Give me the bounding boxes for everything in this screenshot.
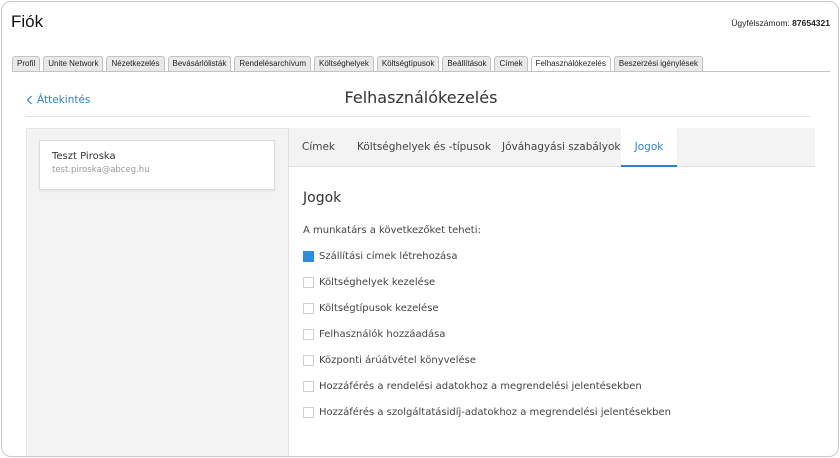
permission-label: Szállítási címek létrehozása [319, 251, 458, 262]
subtab-jovahagyasi-szabalyok[interactable]: Jóváhagyási szabályok [502, 128, 620, 167]
permission-manage-cost-centers[interactable]: Költséghelyek kezelése [303, 277, 435, 288]
customer-number-label: Ügyfélszámom: [731, 18, 790, 28]
checkbox[interactable] [303, 329, 314, 340]
page-heading: Fiók [11, 12, 44, 31]
back-link[interactable]: Áttekintés [26, 94, 90, 106]
permission-add-users[interactable]: Felhasználók hozzáadása [303, 329, 445, 340]
rights-title: Jogok [303, 190, 342, 206]
tab-rendelesarchivum[interactable]: Rendelésarchívum [234, 56, 312, 72]
tab-nezetkezeles[interactable]: Nézetkezelés [106, 56, 165, 72]
checkbox[interactable] [303, 303, 314, 314]
checkbox[interactable] [303, 355, 314, 366]
checkbox[interactable] [303, 277, 314, 288]
back-link-label: Áttekintés [37, 94, 91, 106]
permission-order-data-access[interactable]: Hozzáférés a rendelési adatokhoz a megre… [303, 381, 642, 392]
tab-bevasarlolistak[interactable]: Bevásárlólisták [167, 56, 232, 72]
permission-create-shipping-addresses[interactable]: Szállítási címek létrehozása [303, 251, 457, 262]
user-detail-content: Címek Költséghelyek és -típusok Jóváhagy… [288, 128, 815, 456]
customer-number-value: 87654321 [792, 18, 830, 28]
checkbox[interactable] [303, 407, 314, 418]
permission-label: Felhasználók hozzáadása [319, 329, 446, 340]
permission-service-fee-data-access[interactable]: Hozzáférés a szolgáltatásidíj-adatokhoz … [303, 407, 671, 418]
user-name: Teszt Piroska [52, 151, 116, 162]
customer-number: Ügyfélszámom: 87654321 [731, 18, 830, 28]
permission-label: Központi árúátvétel könyvelése [319, 355, 477, 366]
permission-label: Hozzáférés a rendelési adatokhoz a megre… [319, 381, 642, 392]
permission-central-goods-receipt[interactable]: Központi árúátvétel könyvelése [303, 355, 476, 366]
permission-label: Költségtípusok kezelése [319, 303, 439, 314]
tab-koltsegtipusok[interactable]: Költségtípusok [376, 56, 440, 72]
chevron-left-icon [26, 95, 33, 105]
tab-unite-network[interactable]: Unite Network [43, 56, 104, 72]
user-card[interactable]: Teszt Piroska test.piroska@abceg.hu [39, 140, 275, 190]
account-tabs: Profil Unite Network Nézetkezelés Bevásá… [12, 56, 830, 72]
detail-tabs: Címek Költséghelyek és -típusok Jóváhagy… [289, 128, 815, 167]
checkbox[interactable] [303, 381, 314, 392]
tabs-divider [12, 71, 830, 72]
header-divider [26, 116, 810, 117]
tab-profil[interactable]: Profil [12, 56, 41, 72]
tab-cimek[interactable]: Címek [494, 56, 528, 72]
subtab-cimek[interactable]: Címek [302, 128, 335, 167]
tab-felhasznalokezeles[interactable]: Felhasználókezelés [530, 56, 611, 72]
tab-koltseghelyek[interactable]: Költséghelyek [314, 56, 374, 72]
permission-label: Hozzáférés a szolgáltatásidíj-adatokhoz … [319, 407, 671, 418]
subtab-koltseghelyek-es-tipusok[interactable]: Költséghelyek és -típusok [357, 128, 491, 167]
tab-beallitasok[interactable]: Beállítások [442, 56, 492, 72]
user-email: test.piroska@abceg.hu [52, 165, 150, 175]
page-title: Felhasználókezelés [344, 88, 498, 107]
account-window: Fiók Ügyfélszámom: 87654321 Profil Unite… [1, 1, 839, 457]
subtab-jogok[interactable]: Jogok [621, 128, 677, 167]
tab-beszerzesi-igenylesek[interactable]: Beszerzési igénylések [613, 56, 704, 72]
permission-label: Költséghelyek kezelése [319, 277, 436, 288]
rights-intro: A munkatárs a következőket teheti: [303, 225, 481, 236]
permission-manage-cost-types[interactable]: Költségtípusok kezelése [303, 303, 439, 314]
checkbox-checked[interactable] [303, 251, 314, 262]
